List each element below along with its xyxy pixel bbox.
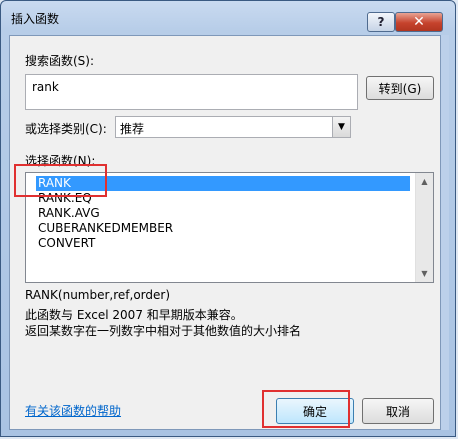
function-signature: RANK(number,ref,order) <box>25 288 171 302</box>
function-description-line-2: 返回某数字在一列数字中相对于其他数值的大小排名 <box>25 324 302 338</box>
dropdown-arrow-button[interactable]: ▼ <box>332 117 350 137</box>
category-selected-value: 推荐 <box>120 122 145 136</box>
category-label: 或选择类别(C): <box>25 122 107 136</box>
scroll-up-arrow[interactable]: ▲ <box>416 173 433 190</box>
chevron-down-icon: ▼ <box>338 122 345 132</box>
go-button-label: 转到(G) <box>378 81 422 96</box>
search-label: 搜索函数(S): <box>25 54 95 68</box>
close-button[interactable]: ✕ <box>395 12 443 32</box>
title-bar[interactable]: 插入函数 ? ✕ <box>1 1 455 35</box>
dialog-body: 搜索函数(S): rank 转到(G) 或选择类别(C): 推荐 ▼ 选择函数(… <box>9 35 441 430</box>
list-scrollbar[interactable]: ▲ ▼ <box>415 173 433 282</box>
list-item[interactable]: CUBERANKEDMEMBER <box>36 221 410 236</box>
list-item[interactable]: RANK.AVG <box>36 206 410 221</box>
question-icon: ? <box>377 15 385 29</box>
chevron-down-icon: ▼ <box>421 269 428 278</box>
function-description-line-1: 此函数与 Excel 2007 和早期版本兼容。 <box>25 308 243 322</box>
close-icon: ✕ <box>413 14 425 30</box>
go-button[interactable]: 转到(G) <box>366 76 434 100</box>
list-item[interactable]: CONVERT <box>36 236 410 251</box>
scroll-down-arrow[interactable]: ▼ <box>416 265 433 282</box>
chevron-up-icon: ▲ <box>421 177 428 186</box>
highlight-box-ok <box>262 390 350 428</box>
help-button[interactable]: ? <box>367 12 395 32</box>
search-input[interactable]: rank <box>25 74 358 110</box>
dialog-title: 插入函数 <box>11 12 60 26</box>
insert-function-dialog: 插入函数 ? ✕ 搜索函数(S): rank 转到(G) 或选择类别(C): 推… <box>0 0 456 437</box>
function-help-link[interactable]: 有关该函数的帮助 <box>25 402 121 419</box>
background-sheet-edge <box>441 35 449 430</box>
cancel-button[interactable]: 取消 <box>362 398 434 424</box>
highlight-box-rank <box>14 164 107 197</box>
category-select[interactable]: 推荐 ▼ <box>115 116 351 138</box>
cancel-button-label: 取消 <box>385 404 410 419</box>
